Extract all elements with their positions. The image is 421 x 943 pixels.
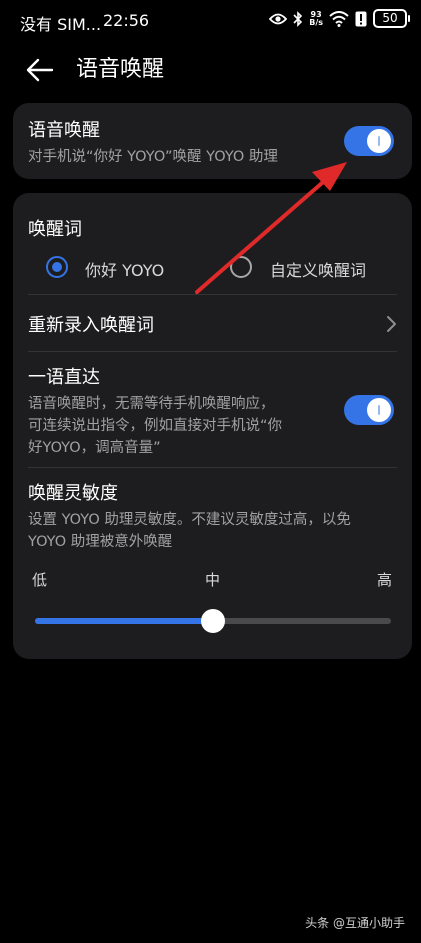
toggle-knob	[367, 129, 391, 153]
divider	[28, 351, 397, 352]
watermark: 头条 @互通小助手	[305, 916, 405, 930]
direct-command-desc-line-2: 可连续说出指令，例如直接对手机说“你	[28, 418, 283, 434]
voice-wake-subtitle: 对手机说“你好 YOYO”唤醒 YOYO 助理	[28, 149, 278, 165]
status-bar: 没有 SIM... 22:56 93 B/s 50	[0, 0, 421, 42]
chevron-right-icon	[387, 316, 396, 332]
bluetooth-icon	[293, 10, 303, 27]
sensitivity-high-label: 高	[377, 571, 393, 589]
rerecord-row[interactable]: 重新录入唤醒词	[13, 295, 412, 351]
radio-hello-yoyo-label[interactable]: 你好 YOYO	[85, 257, 164, 281]
wake-word-title: 唤醒词	[28, 219, 82, 240]
wifi-icon	[329, 10, 349, 27]
network-speed: 93 B/s	[309, 9, 323, 27]
direct-command-desc-line-1: 语音唤醒时，无需等待手机唤醒响应，	[28, 396, 275, 412]
settings-card: 唤醒词 你好 YOYO 自定义唤醒词 重新录入唤醒词 一语直达 语音唤醒时，无需…	[13, 193, 412, 659]
direct-command-title: 一语直达	[28, 367, 100, 388]
sensitivity-slider-track[interactable]	[35, 609, 391, 633]
divider	[28, 467, 397, 468]
rerecord-label: 重新录入唤醒词	[28, 315, 154, 336]
back-arrow-icon[interactable]	[24, 54, 56, 86]
battery-indicator: 50	[373, 9, 410, 28]
direct-command-desc-line-3: 好YOYO，调高音量”	[28, 440, 161, 456]
page-header: 语音唤醒	[0, 42, 421, 98]
eye-icon	[269, 13, 288, 24]
voice-wake-toggle[interactable]	[344, 126, 394, 156]
sensitivity-slider-thumb[interactable]	[201, 609, 225, 633]
toggle-knob	[367, 398, 391, 422]
sensitivity-slider-fill	[35, 618, 213, 624]
radio-custom-wake-word-label[interactable]: 自定义唤醒词	[270, 257, 366, 281]
radio-hello-yoyo[interactable]	[46, 256, 68, 278]
carrier-label: 没有 SIM...	[20, 15, 102, 34]
sensitivity-desc-line-1: 设置 YOYO 助理灵敏度。不建议灵敏度过高，以免	[28, 512, 351, 528]
sensitivity-low-label: 低	[32, 571, 48, 589]
clock: 22:56	[103, 11, 150, 30]
voice-wake-title: 语音唤醒	[28, 120, 100, 141]
sensitivity-mid-label: 中	[205, 571, 221, 589]
page-title: 语音唤醒	[76, 57, 165, 82]
direct-command-toggle[interactable]	[344, 395, 394, 425]
status-icons: 93 B/s 50	[269, 9, 410, 28]
sensitivity-desc-line-2: YOYO 助理被意外唤醒	[28, 534, 173, 550]
sensitivity-title: 唤醒灵敏度	[28, 483, 118, 504]
radio-custom-wake-word[interactable]	[230, 256, 252, 278]
alert-icon	[355, 11, 367, 26]
voice-wake-card: 语音唤醒 对手机说“你好 YOYO”唤醒 YOYO 助理	[13, 103, 412, 179]
